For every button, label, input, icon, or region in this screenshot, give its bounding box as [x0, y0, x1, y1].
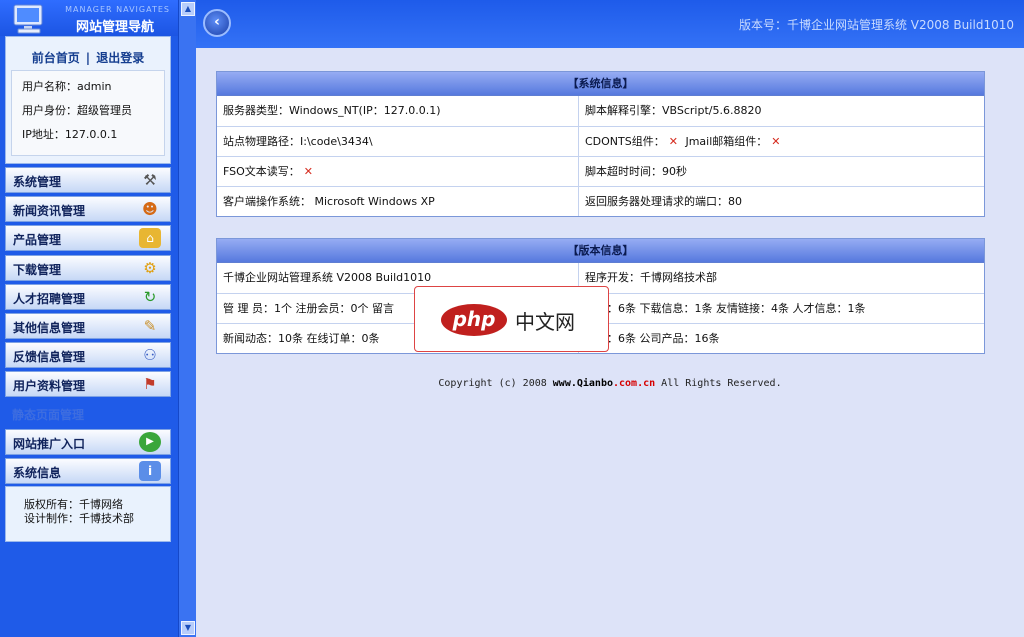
copyright-owner-text: 版权所有：千博网络 — [24, 498, 123, 511]
php-logo: php — [441, 304, 507, 336]
version-info-title: 【版本信息】 — [217, 239, 984, 263]
copyright-domain: .com.cn — [613, 378, 656, 389]
port-cell: 返回服务器处理请求的端口：80 — [578, 187, 984, 216]
menu-item-recruit[interactable]: 人才招聘管理 ↻ — [5, 284, 171, 310]
top-bar: ‹ 版本号：千博企业网站管理系统 V2008 Build1010 — [196, 0, 1024, 48]
menu-item-promo[interactable]: 网站推广入口 ▶ — [5, 429, 171, 455]
menu-item-sysinfo[interactable]: 系统信息 i — [5, 458, 171, 484]
copyright-prefix: Copyright (c) 2008 — [438, 378, 553, 389]
username-text: 用户名称：admin — [22, 80, 112, 93]
home-link[interactable]: 前台首页 — [32, 51, 80, 65]
table-row: 站点物理路径：I:\code\3434\ CDONTS组件： ✕ Jmail邮箱组… — [217, 126, 984, 156]
brand-subtitle: MANAGER NAVIGATES — [65, 5, 170, 14]
designer-text: 设计制作：千博技术部 — [24, 512, 134, 525]
scroll-up-icon[interactable]: ▲ — [181, 2, 195, 16]
chevron-left-icon: ‹ — [214, 14, 220, 30]
tools-icon: ⚒ — [143, 171, 157, 189]
version-label: 版本号：千博企业网站管理系统 V2008 Build1010 — [738, 18, 1014, 32]
menu-item-label: 系统信息 — [13, 466, 62, 480]
logout-link[interactable]: 退出登录 — [96, 51, 144, 65]
menu-item-feedback[interactable]: 反馈信息管理 ⚇ — [5, 342, 171, 368]
sidebar-scrollbar[interactable]: ▲ ▼ — [178, 0, 196, 637]
table-row: 客户端操作系统： Microsoft Windows XP 返回服务器处理请求的… — [217, 186, 984, 216]
user-info-box: 用户名称：admin 用户身份：超级管理员 IP地址：127.0.0.1 — [11, 70, 165, 156]
sidebar-info-box: 版权所有：千博网络 设计制作：千博技术部 — [5, 486, 171, 542]
fso-cell: FSO文本读写： ✕ — [217, 157, 578, 186]
menu-item-news[interactable]: 新闻资讯管理 ☻ — [5, 196, 171, 222]
edit-note-icon: ✎ — [143, 317, 157, 335]
copyright-text: Copyright (c) 2008 www.Qianbo.com.cn All… — [196, 378, 1024, 389]
counts-right-cell: 信息：6条 下载信息：1条 友情链接：4条 人才信息：1条 — [578, 294, 984, 323]
sidebar: MANAGER NAVIGATES 网站管理导航 前台首页 | 退出登录 用户名称：… — [0, 0, 196, 637]
table-row: FSO文本读写： ✕ 脚本超时时间：90秒 — [217, 156, 984, 186]
main-content: 【系统信息】 服务器类型：Windows_NT(IP：127.0.0.1) 脚本… — [196, 48, 1024, 637]
fso-label: FSO文本读写： — [223, 165, 300, 178]
gears-icon: ⚙ — [143, 259, 157, 277]
menu-item-label: 用户资料管理 — [13, 379, 86, 393]
physical-path-cell: 站点物理路径：I:\code\3434\ — [223, 135, 373, 148]
copyright-suffix: All Rights Reserved. — [655, 378, 782, 389]
user-network-icon: ⚑ — [143, 375, 157, 393]
user-role-text: 用户身份：超级管理员 — [22, 104, 132, 117]
mail-components-cell: CDONTS组件： ✕ Jmail邮箱组件： ✕ — [578, 127, 984, 156]
developer-cell: 程序开发：千博网络技术部 — [578, 263, 984, 293]
back-button[interactable]: ‹ — [203, 9, 231, 37]
menu-item-products[interactable]: 产品管理 ⌂ — [5, 225, 171, 251]
menu-item-label: 下载管理 — [13, 263, 62, 277]
menu-item-users[interactable]: 用户资料管理 ⚑ — [5, 371, 171, 397]
sidebar-logo: MANAGER NAVIGATES 网站管理导航 — [0, 0, 178, 36]
server-type-cell: 服务器类型：Windows_NT(IP：127.0.0.1) — [223, 104, 441, 117]
info-icon: i — [139, 461, 161, 481]
menu-item-label: 人才招聘管理 — [13, 292, 86, 306]
jmail-label: Jmail邮箱组件： — [685, 135, 768, 148]
lock-icon: ⌂ — [139, 228, 161, 248]
computer-icon — [13, 4, 43, 34]
jmail-x-icon: ✕ — [771, 135, 781, 148]
menu-item-downloads[interactable]: 下载管理 ⚙ — [5, 255, 171, 281]
cdonts-label: CDONTS组件： — [585, 135, 665, 148]
timeout-cell: 脚本超时时间：90秒 — [578, 157, 984, 186]
menu-item-label: 系统管理 — [13, 175, 62, 189]
static-pages-link[interactable]: 静态页面管理 — [12, 406, 84, 423]
menu-item-label: 反馈信息管理 — [13, 350, 86, 364]
copyright-site-link[interactable]: www.Qianbo — [553, 378, 613, 389]
table-row: 服务器类型：Windows_NT(IP：127.0.0.1) 脚本解释引擎：VB… — [217, 96, 984, 126]
system-info-title: 【系统信息】 — [217, 72, 984, 96]
link-separator: | — [85, 51, 91, 65]
system-info-panel: 【系统信息】 服务器类型：Windows_NT(IP：127.0.0.1) 脚本… — [216, 71, 985, 217]
refresh-icon: ↻ — [143, 288, 157, 306]
menu-item-label: 网站推广入口 — [13, 437, 86, 451]
news-right-cell: 信息：6条 公司产品：16条 — [578, 324, 984, 353]
watermark-overlay: php 中文网 — [414, 286, 609, 352]
user-search-icon: ⚇ — [143, 346, 157, 364]
menu-item-system[interactable]: 系统管理 ⚒ — [5, 167, 171, 193]
users-group-icon: ☻ — [142, 200, 158, 218]
user-links: 前台首页 | 退出登录 — [6, 37, 170, 66]
brand-title: 网站管理导航 — [75, 20, 154, 35]
menu-item-label: 产品管理 — [13, 233, 62, 247]
fso-x-icon: ✕ — [303, 165, 313, 178]
client-os-cell: 客户端操作系统： Microsoft Windows XP — [223, 195, 435, 208]
cdonts-x-icon: ✕ — [668, 135, 678, 148]
menu-item-other[interactable]: 其他信息管理 ✎ — [5, 313, 171, 339]
menu-item-label: 新闻资讯管理 — [13, 204, 86, 218]
scroll-down-icon[interactable]: ▼ — [181, 621, 195, 635]
script-engine-cell: 脚本解释引擎：VBScript/5.6.8820 — [578, 96, 984, 126]
user-panel: 前台首页 | 退出登录 用户名称：admin 用户身份：超级管理员 IP地址：127… — [5, 36, 171, 164]
menu-item-label: 其他信息管理 — [13, 321, 86, 335]
watermark-text: 中文网 — [515, 310, 575, 334]
user-ip-text: IP地址：127.0.0.1 — [22, 128, 118, 141]
play-icon: ▶ — [139, 432, 161, 452]
